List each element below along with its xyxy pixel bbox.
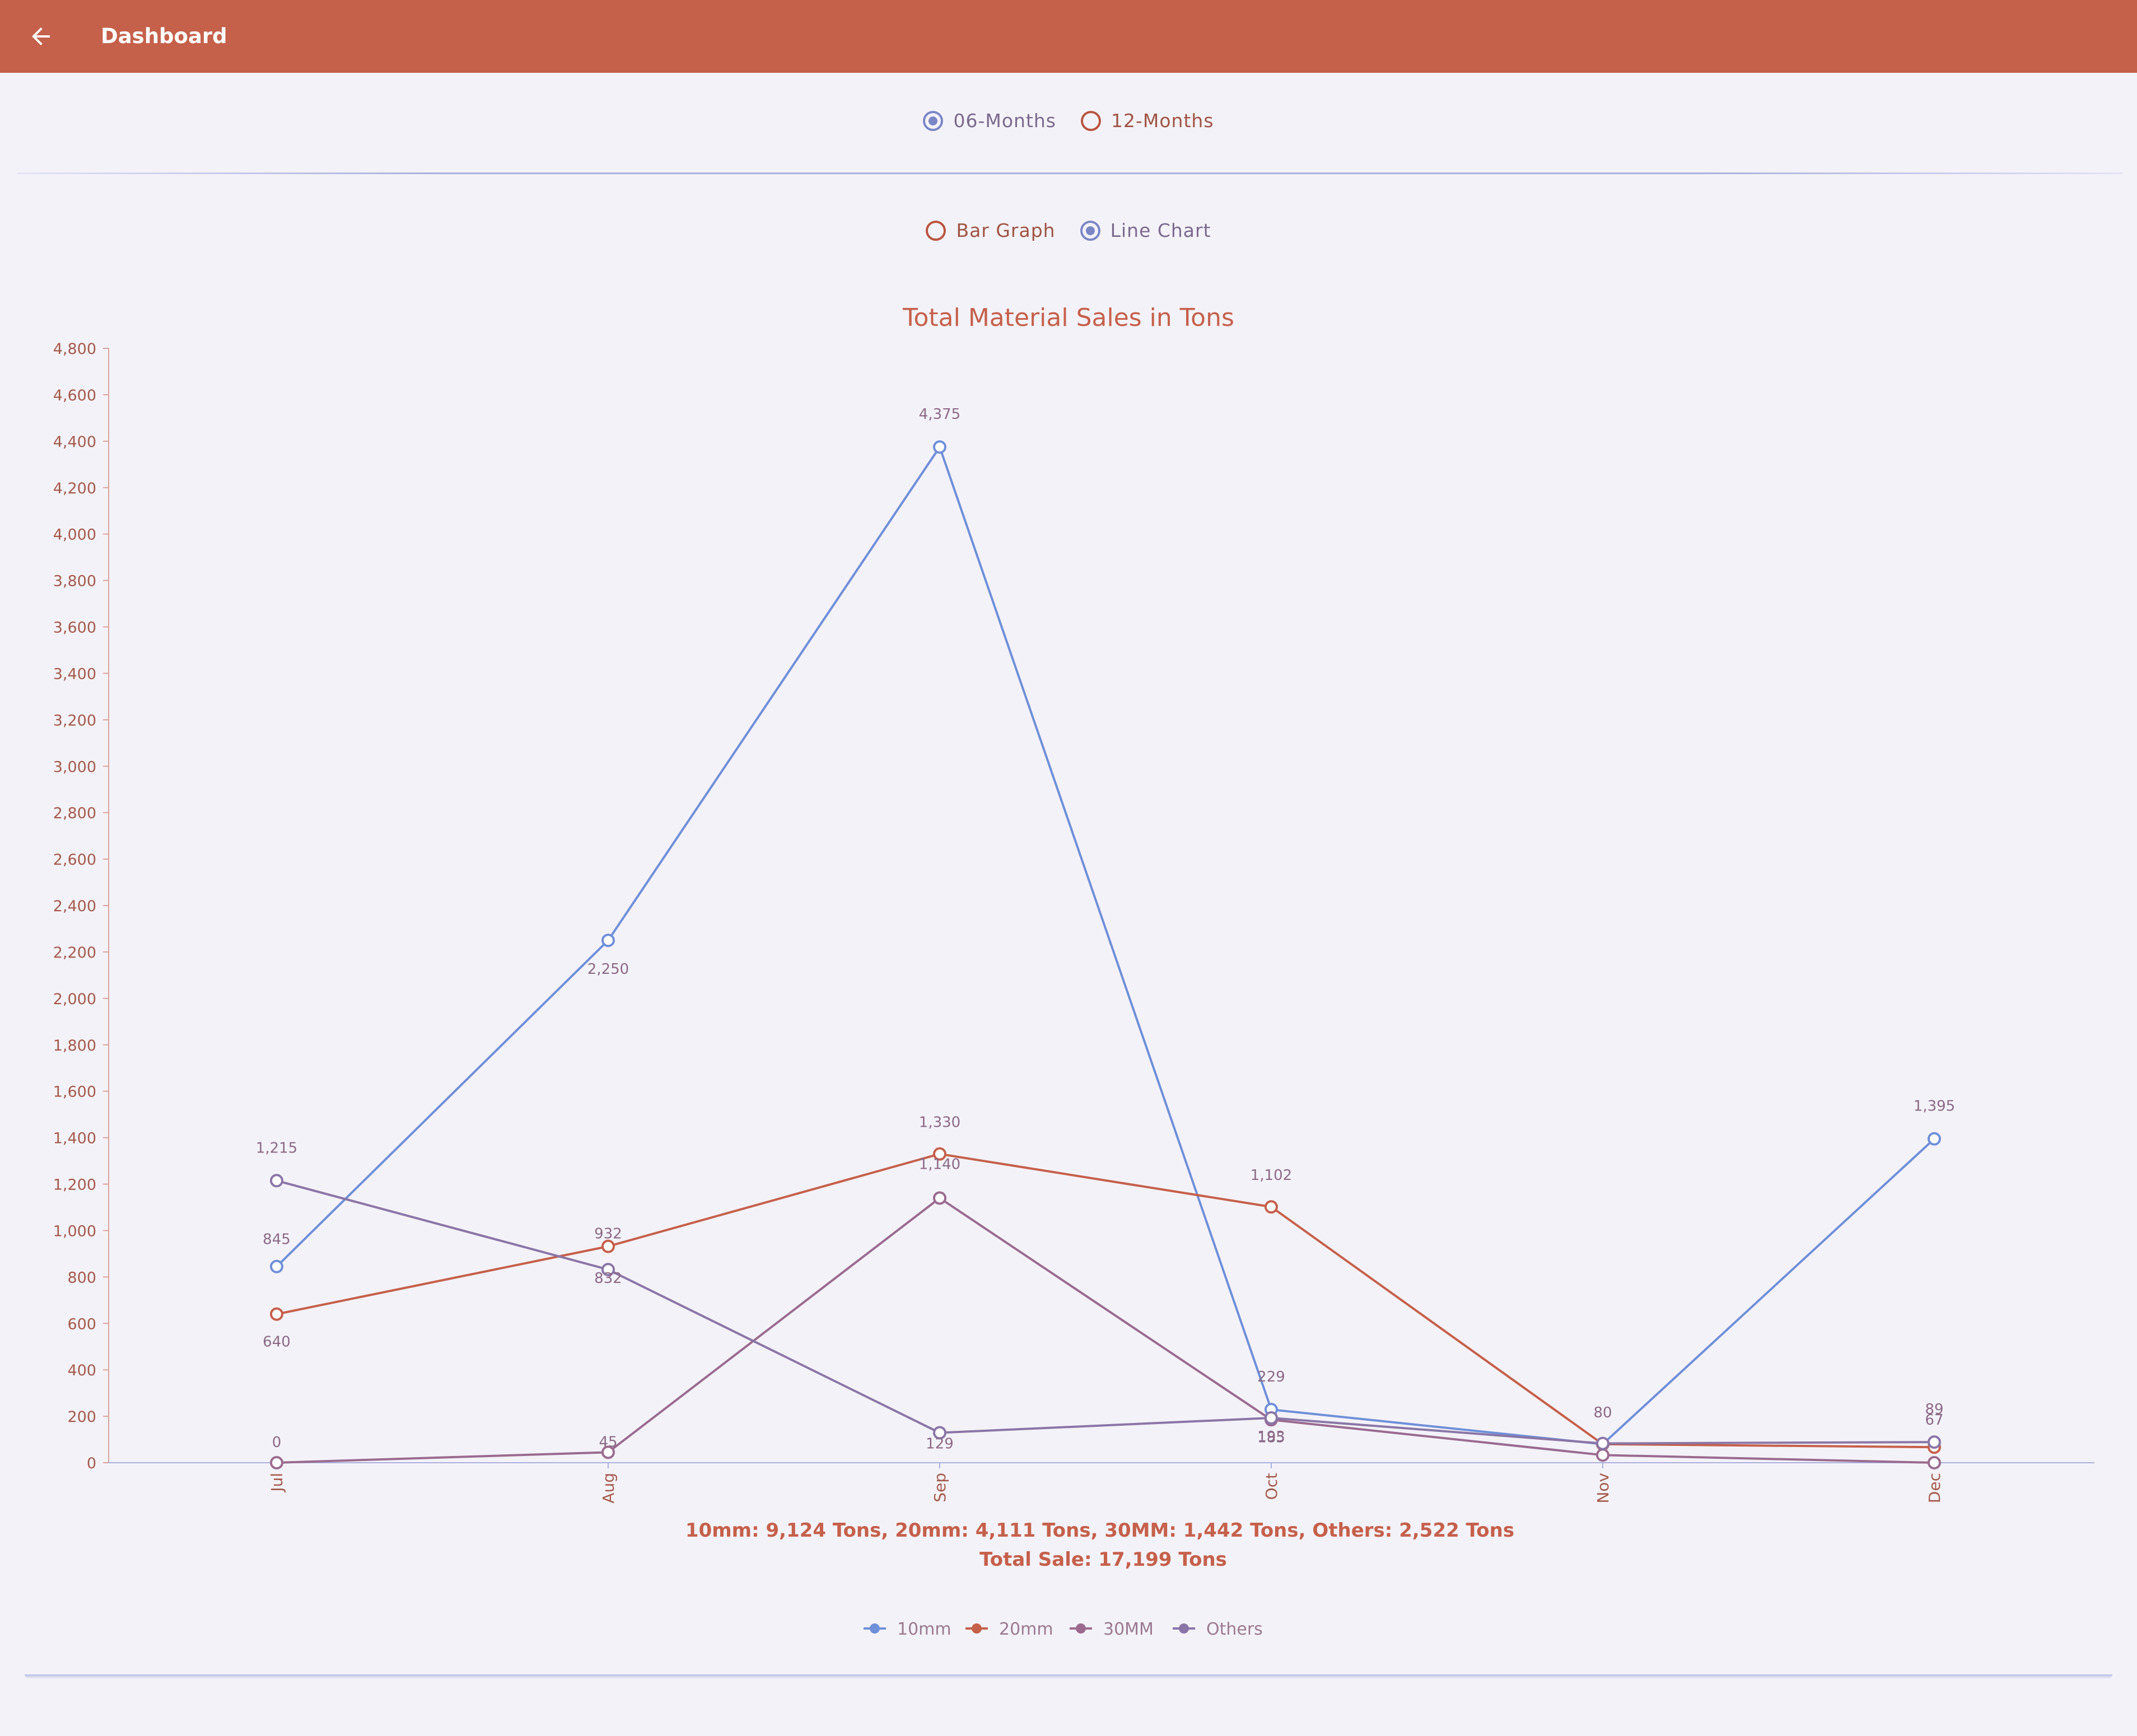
summary-line-1: 10mm: 9,124 Tons, 20mm: 4,111 Tons, 30MM… — [685, 1519, 1514, 1542]
data-label: 1,102 — [1251, 1167, 1292, 1184]
series-points — [270, 440, 1941, 1469]
series-line-20mm — [276, 1152, 1935, 1449]
y-tick-label: 600 — [67, 1315, 96, 1333]
legend-label: 10mm — [897, 1620, 951, 1639]
legend-marker-icon — [1179, 1623, 1189, 1634]
y-tick-label: 2,000 — [53, 991, 96, 1008]
y-tick-label: 1,800 — [53, 1037, 96, 1054]
data-label: 4,375 — [919, 406, 960, 423]
y-tick-label: 3,600 — [53, 619, 96, 637]
y-tick-label: 1,600 — [53, 1084, 96, 1101]
line-chart: Total Material Sales in Tons 0 200 400 600 8… — [53, 304, 2094, 1639]
data-label: 1,215 — [256, 1140, 297, 1156]
data-label: 0 — [272, 1434, 282, 1451]
legend-label: 30MM — [1103, 1620, 1154, 1639]
summary-line-2: Total Sale: 17,199 Tons — [979, 1548, 1227, 1571]
x-tick-label: Oct — [1262, 1473, 1281, 1500]
data-point — [1928, 1456, 1941, 1469]
y-tick-label: 4,400 — [53, 433, 96, 451]
data-point — [270, 1456, 283, 1469]
y-tick-label: 4,200 — [53, 480, 96, 497]
y-tick-label: 1,000 — [53, 1222, 96, 1240]
series-lines — [276, 446, 1935, 1464]
data-label: 89 — [1925, 1401, 1943, 1418]
x-tick-label: Nov — [1594, 1473, 1612, 1504]
data-label: 640 — [263, 1334, 291, 1351]
legend-marker-icon — [972, 1623, 982, 1634]
series-line-10mm — [276, 446, 1935, 1445]
chart-title: Total Material Sales in Tons — [902, 304, 1234, 332]
y-tick-label: 3,800 — [53, 573, 96, 590]
data-label: 2,250 — [587, 961, 629, 978]
y-tick-label: 4,000 — [53, 526, 96, 544]
y-tick-label: 800 — [67, 1269, 96, 1286]
data-point — [1596, 1448, 1609, 1462]
y-tick-label: 4,600 — [53, 387, 96, 404]
data-point — [1928, 1435, 1941, 1449]
x-axis: Jul Aug Sep Oct Nov Dec — [109, 1462, 2094, 1504]
data-label: 229 — [1257, 1369, 1285, 1385]
data-point — [933, 1191, 946, 1205]
data-label: 832 — [594, 1270, 622, 1287]
legend-label: 20mm — [999, 1620, 1053, 1639]
x-tick-label: Dec — [1925, 1473, 1944, 1503]
y-tick-label: 1,400 — [53, 1130, 96, 1147]
y-tick-label: 2,200 — [53, 944, 96, 962]
data-label: 932 — [594, 1226, 622, 1243]
legend-label: Others — [1206, 1620, 1263, 1639]
data-point — [270, 1259, 283, 1273]
y-tick-label: 3,200 — [53, 712, 96, 729]
data-label: 1,330 — [919, 1114, 960, 1131]
y-tick-label: 0 — [87, 1455, 96, 1472]
data-point — [270, 1174, 283, 1188]
data-point — [933, 440, 946, 454]
data-point — [1265, 1200, 1278, 1214]
y-tick-label: 2,800 — [53, 805, 96, 822]
x-tick-label: Sep — [931, 1473, 949, 1502]
legend: 10mm 20mm 30MM Others — [864, 1620, 1263, 1639]
y-tick-label: 4,800 — [53, 340, 96, 358]
legend-marker-icon — [870, 1623, 880, 1634]
series-line-others — [276, 1179, 1935, 1445]
data-label: 193 — [1257, 1429, 1285, 1445]
data-label: 1,140 — [919, 1156, 960, 1173]
data-label: 1,395 — [1914, 1098, 1955, 1115]
data-point — [1596, 1436, 1609, 1450]
x-tick-label: Jul — [268, 1473, 286, 1493]
data-label: 80 — [1593, 1404, 1612, 1421]
series-line-30mm — [276, 1197, 1935, 1464]
card-bottom-edge — [25, 1674, 2112, 1679]
y-tick-label: 1,200 — [53, 1177, 96, 1194]
y-tick-label: 2,400 — [53, 898, 96, 915]
y-tick-label: 3,000 — [53, 758, 96, 776]
data-label: 129 — [926, 1436, 954, 1453]
y-axis: 0 200 400 600 800 1,000 1,200 1,400 1,600 1,800 2,… — [53, 340, 109, 1472]
y-tick-label: 400 — [67, 1362, 96, 1379]
y-tick-label: 2,600 — [53, 851, 96, 869]
data-point — [1265, 1411, 1278, 1425]
data-point — [1928, 1132, 1941, 1146]
data-label: 845 — [263, 1231, 291, 1248]
data-point — [270, 1307, 283, 1321]
legend-marker-icon — [1076, 1623, 1086, 1634]
y-tick-label: 3,400 — [53, 665, 96, 683]
data-label: 45 — [599, 1434, 617, 1450]
data-point — [601, 934, 615, 948]
y-tick-label: 200 — [67, 1408, 96, 1426]
x-tick-label: Aug — [599, 1473, 618, 1504]
